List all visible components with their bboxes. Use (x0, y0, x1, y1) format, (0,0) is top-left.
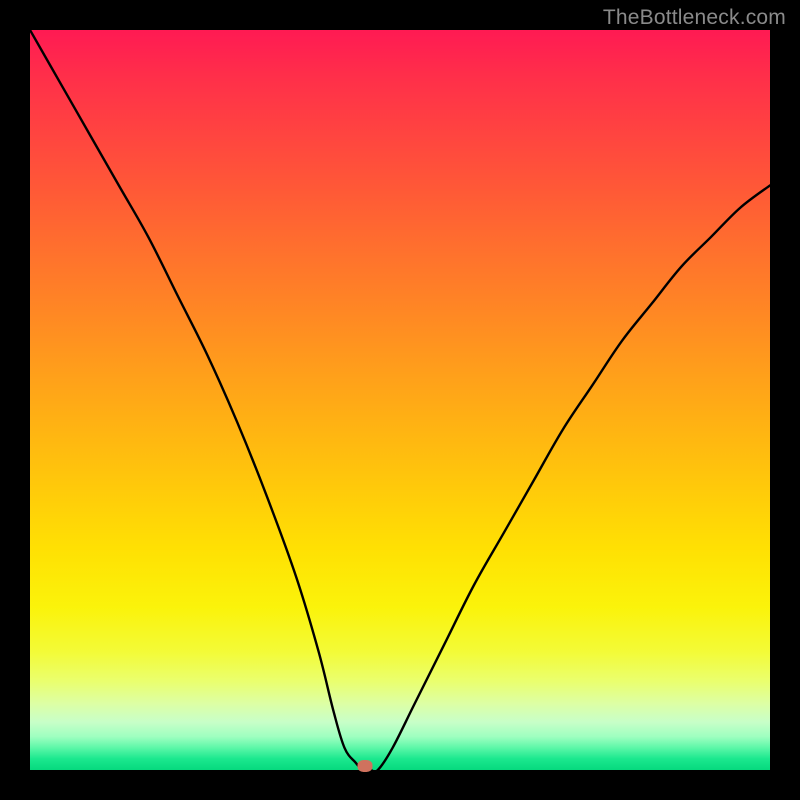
chart-stage: TheBottleneck.com (0, 0, 800, 800)
plot-area (30, 30, 770, 770)
min-marker (358, 760, 373, 772)
watermark-text: TheBottleneck.com (603, 6, 786, 30)
curve-svg (30, 30, 770, 770)
bottleneck-curve (30, 30, 770, 770)
